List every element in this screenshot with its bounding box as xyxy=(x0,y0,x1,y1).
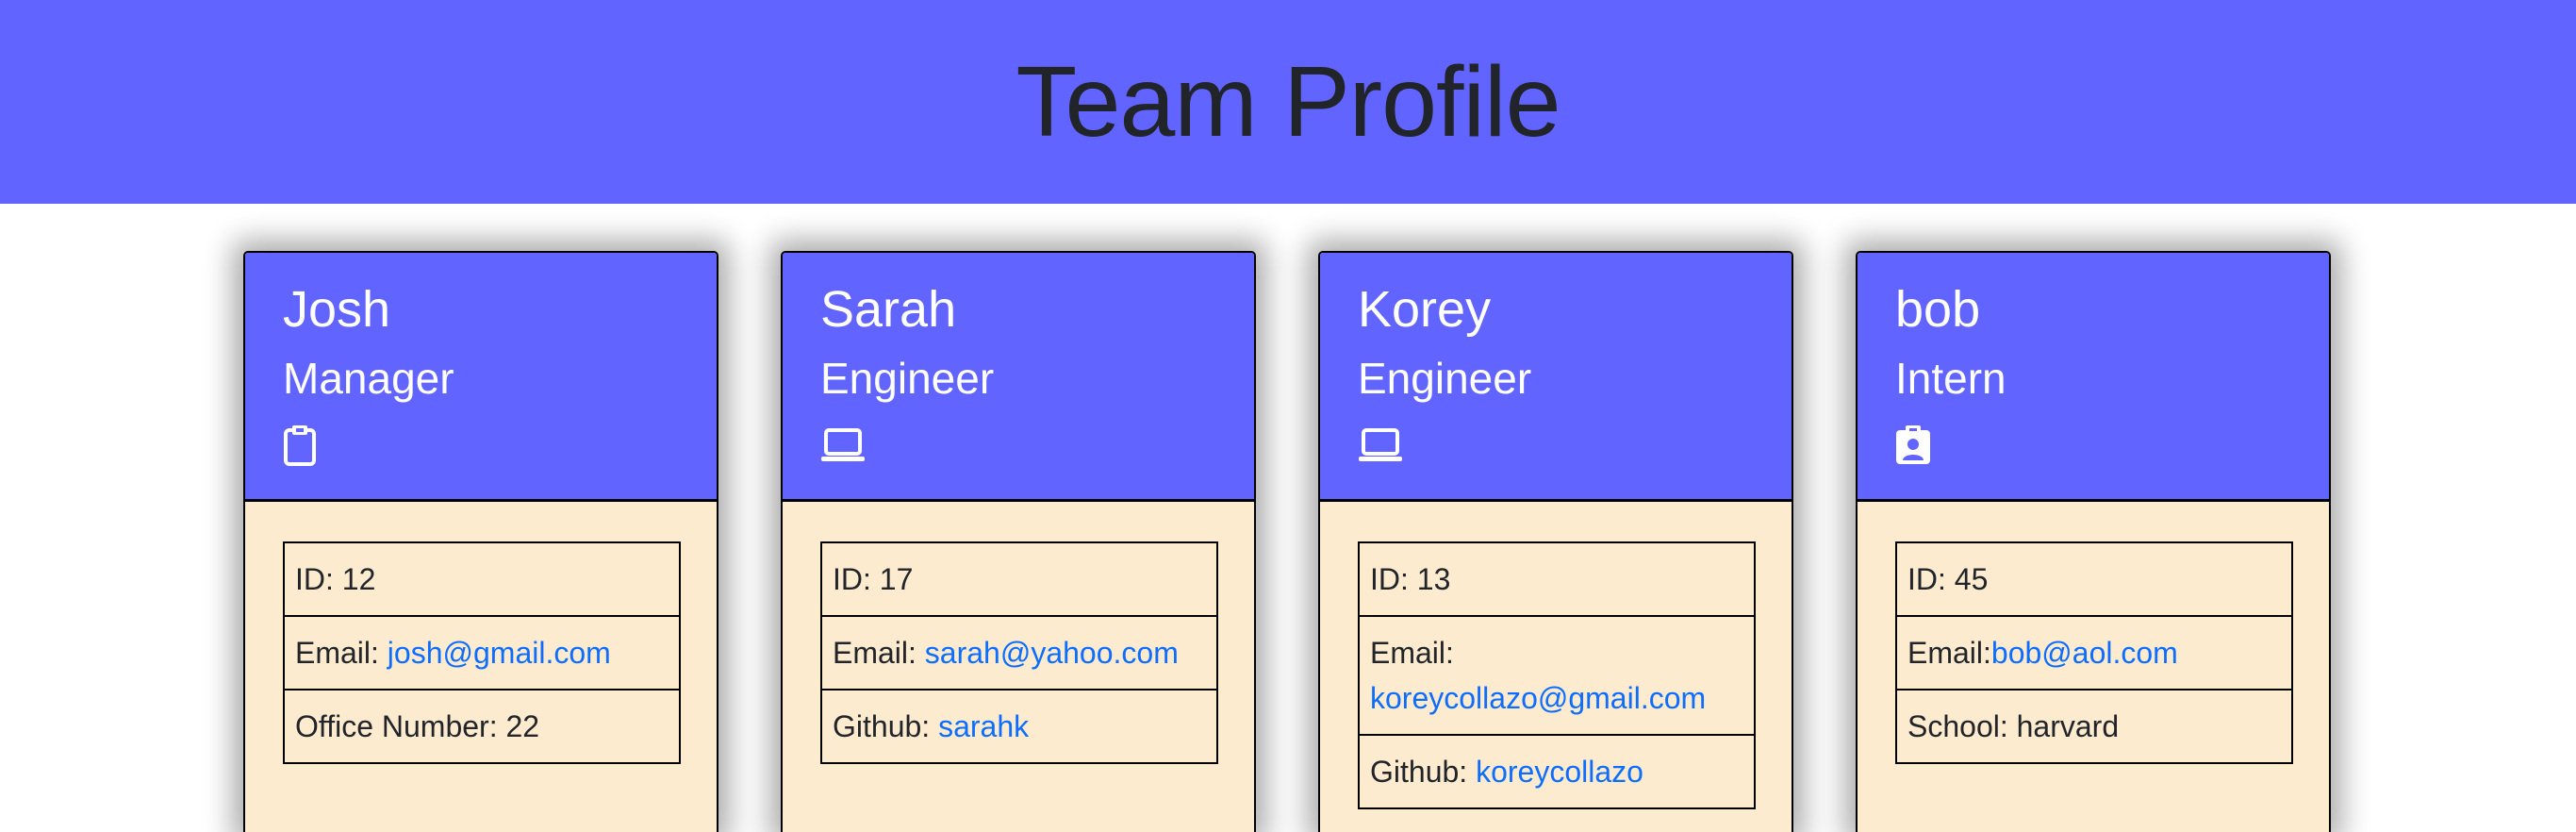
clipboard-icon xyxy=(283,423,328,468)
card-header: Josh Manager xyxy=(245,253,717,502)
email-item: Email: sarah@yahoo.com xyxy=(822,615,1216,689)
laptop-icon xyxy=(820,423,866,468)
email-link[interactable]: koreycollazo@gmail.com xyxy=(1370,675,1743,721)
email-link[interactable]: sarah@yahoo.com xyxy=(925,636,1179,670)
page-title: Team Profile xyxy=(1016,46,1560,158)
office-number-item: Office Number: 22 xyxy=(285,689,679,762)
github-item: Github: sarahk xyxy=(822,689,1216,762)
email-item: Email: koreycollazo@gmail.com xyxy=(1360,615,1754,734)
github-link[interactable]: koreycollazo xyxy=(1476,755,1643,789)
email-link[interactable]: josh@gmail.com xyxy=(388,636,611,670)
id-item: ID: 13 xyxy=(1370,562,1451,596)
employee-role: Manager xyxy=(283,354,454,403)
person-badge-icon xyxy=(1895,423,1940,468)
card-header: Sarah Engineer xyxy=(783,253,1254,502)
github-item: Github: koreycollazo xyxy=(1360,734,1754,807)
info-list: ID: 12 Email: josh@gmail.com Office Numb… xyxy=(283,541,681,764)
id-item: ID: 45 xyxy=(1907,562,1989,596)
employee-role: Engineer xyxy=(820,354,995,403)
employee-card-bob: bob Intern ID: 45 Email:bob@aol.com Scho… xyxy=(1856,251,2331,832)
laptop-icon xyxy=(1358,423,1403,468)
employee-role: Engineer xyxy=(1358,354,1532,403)
email-item: Email:bob@aol.com xyxy=(1897,615,2291,689)
id-item: ID: 17 xyxy=(833,562,914,596)
card-header: Korey Engineer xyxy=(1320,253,1792,502)
employee-name: bob xyxy=(1895,281,1981,338)
card-header: bob Intern xyxy=(1858,253,2329,502)
github-link[interactable]: sarahk xyxy=(938,709,1029,743)
employee-card-korey: Korey Engineer ID: 13 Email: koreycollaz… xyxy=(1318,251,1793,832)
info-list: ID: 17 Email: sarah@yahoo.com Github: sa… xyxy=(820,541,1218,764)
info-list: ID: 45 Email:bob@aol.com School: harvard xyxy=(1895,541,2293,764)
id-item: ID: 12 xyxy=(295,562,376,596)
school-item: School: harvard xyxy=(1897,689,2291,762)
employee-name: Korey xyxy=(1358,281,1492,338)
page-header: Team Profile xyxy=(0,0,2576,204)
employee-role: Intern xyxy=(1895,354,2006,403)
employee-name: Josh xyxy=(283,281,391,338)
employee-card-sarah: Sarah Engineer ID: 17 Email: sarah@yahoo… xyxy=(781,251,1256,832)
info-list: ID: 13 Email: koreycollazo@gmail.com Git… xyxy=(1358,541,1756,809)
email-link[interactable]: bob@aol.com xyxy=(1991,636,2178,670)
employee-name: Sarah xyxy=(820,281,957,338)
employee-card-josh: Josh Manager ID: 12 Email: josh@gmail.co… xyxy=(243,251,718,832)
email-item: Email: josh@gmail.com xyxy=(285,615,679,689)
